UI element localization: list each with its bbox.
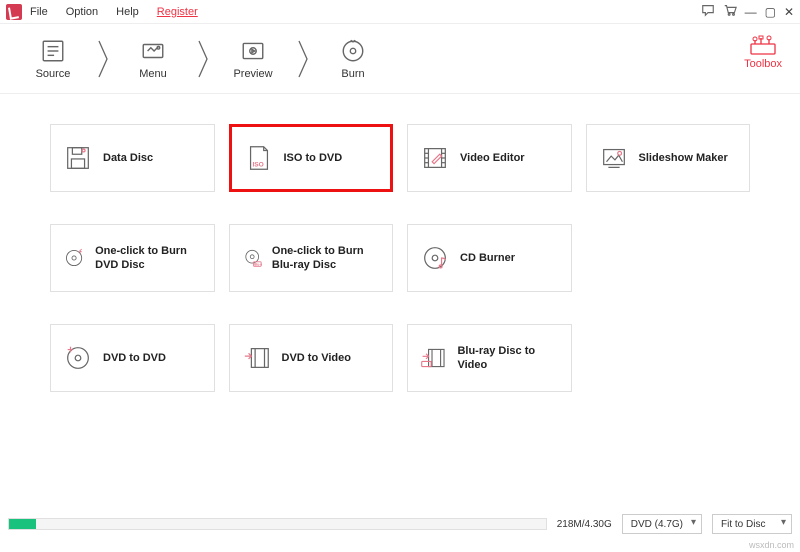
status-bar: 218M/4.30G DVD (4.7G) Fit to Disc xyxy=(0,512,800,536)
maximize-button[interactable]: ▢ xyxy=(765,6,776,18)
svg-text:ISO: ISO xyxy=(252,161,263,168)
bluray-to-video-icon xyxy=(420,343,447,373)
window-controls: — ▢ ✕ xyxy=(701,3,794,20)
film-edit-icon xyxy=(420,143,450,173)
menu-option[interactable]: Option xyxy=(66,6,98,18)
menu-file[interactable]: File xyxy=(30,6,48,18)
chevron-icon xyxy=(296,39,310,79)
minimize-button[interactable]: — xyxy=(745,6,757,18)
disc-usage-text: 218M/4.30G xyxy=(557,519,612,530)
step-menu-label: Menu xyxy=(139,68,167,80)
tile-label: Slideshow Maker xyxy=(639,151,728,165)
menu-help[interactable]: Help xyxy=(116,6,139,18)
toolbox-button[interactable]: Toolbox xyxy=(744,34,782,70)
cd-music-icon xyxy=(420,243,450,273)
watermark: wsxdn.com xyxy=(749,540,794,550)
tile-label: Data Disc xyxy=(103,151,153,165)
fit-mode-value: Fit to Disc xyxy=(721,519,765,530)
tile-dvd-to-dvd[interactable]: DVD to DVD xyxy=(50,324,215,392)
floppy-icon xyxy=(63,143,93,173)
main-menu: File Option Help Register xyxy=(30,6,198,18)
step-source[interactable]: Source xyxy=(10,38,96,80)
chevron-icon xyxy=(96,39,110,79)
disc-copy-icon xyxy=(63,343,93,373)
step-preview[interactable]: Preview xyxy=(210,38,296,80)
chevron-icon xyxy=(196,39,210,79)
step-burn[interactable]: Burn xyxy=(310,38,396,80)
step-source-label: Source xyxy=(36,68,71,80)
toolbox-grid: Data Disc ISO ISO to DVD Video Editor Sl… xyxy=(0,94,800,434)
feedback-icon[interactable] xyxy=(701,3,715,20)
disc-usage-bar xyxy=(8,518,547,530)
svg-text:Blu-ray: Blu-ray xyxy=(254,262,262,266)
tile-label: CD Burner xyxy=(460,251,515,265)
tile-one-click-dvd[interactable]: One-click to Burn DVD Disc xyxy=(50,224,215,292)
titlebar: File Option Help Register — ▢ ✕ xyxy=(0,0,800,24)
tile-cd-burner[interactable]: CD Burner xyxy=(407,224,572,292)
tile-bluray-to-video[interactable]: Blu-ray Disc to Video xyxy=(407,324,572,392)
toolbox-label: Toolbox xyxy=(744,58,782,70)
tile-label: DVD to DVD xyxy=(103,351,166,365)
step-preview-label: Preview xyxy=(233,68,272,80)
tile-iso-to-dvd[interactable]: ISO ISO to DVD xyxy=(229,124,394,192)
tile-label: DVD to Video xyxy=(282,351,351,365)
step-menu[interactable]: Menu xyxy=(110,38,196,80)
disc-type-select[interactable]: DVD (4.7G) xyxy=(622,514,702,534)
menu-register[interactable]: Register xyxy=(157,6,198,18)
close-button[interactable]: ✕ xyxy=(784,6,794,18)
disc-burn-icon xyxy=(63,243,85,273)
tile-label: Blu-ray Disc to Video xyxy=(457,344,558,373)
disc-type-value: DVD (4.7G) xyxy=(631,519,683,530)
tile-video-editor[interactable]: Video Editor xyxy=(407,124,572,192)
cart-icon[interactable] xyxy=(723,3,737,20)
tile-slideshow-maker[interactable]: Slideshow Maker xyxy=(586,124,751,192)
app-icon xyxy=(6,4,22,20)
tile-label: One-click to Burn Blu-ray Disc xyxy=(272,244,380,273)
tile-label: ISO to DVD xyxy=(284,151,343,165)
tile-one-click-bluray[interactable]: Blu-ray One-click to Burn Blu-ray Disc xyxy=(229,224,394,292)
disc-to-video-icon xyxy=(242,343,272,373)
slideshow-icon xyxy=(599,143,629,173)
iso-file-icon: ISO xyxy=(244,143,274,173)
step-burn-label: Burn xyxy=(341,68,364,80)
fit-mode-select[interactable]: Fit to Disc xyxy=(712,514,792,534)
disc-usage-fill xyxy=(9,519,36,529)
bluray-burn-icon: Blu-ray xyxy=(242,243,262,273)
tile-data-disc[interactable]: Data Disc xyxy=(50,124,215,192)
tile-label: Video Editor xyxy=(460,151,525,165)
tile-dvd-to-video[interactable]: DVD to Video xyxy=(229,324,394,392)
tile-label: One-click to Burn DVD Disc xyxy=(95,244,201,273)
step-nav: Source Menu Preview Burn Toolbox xyxy=(0,24,800,94)
